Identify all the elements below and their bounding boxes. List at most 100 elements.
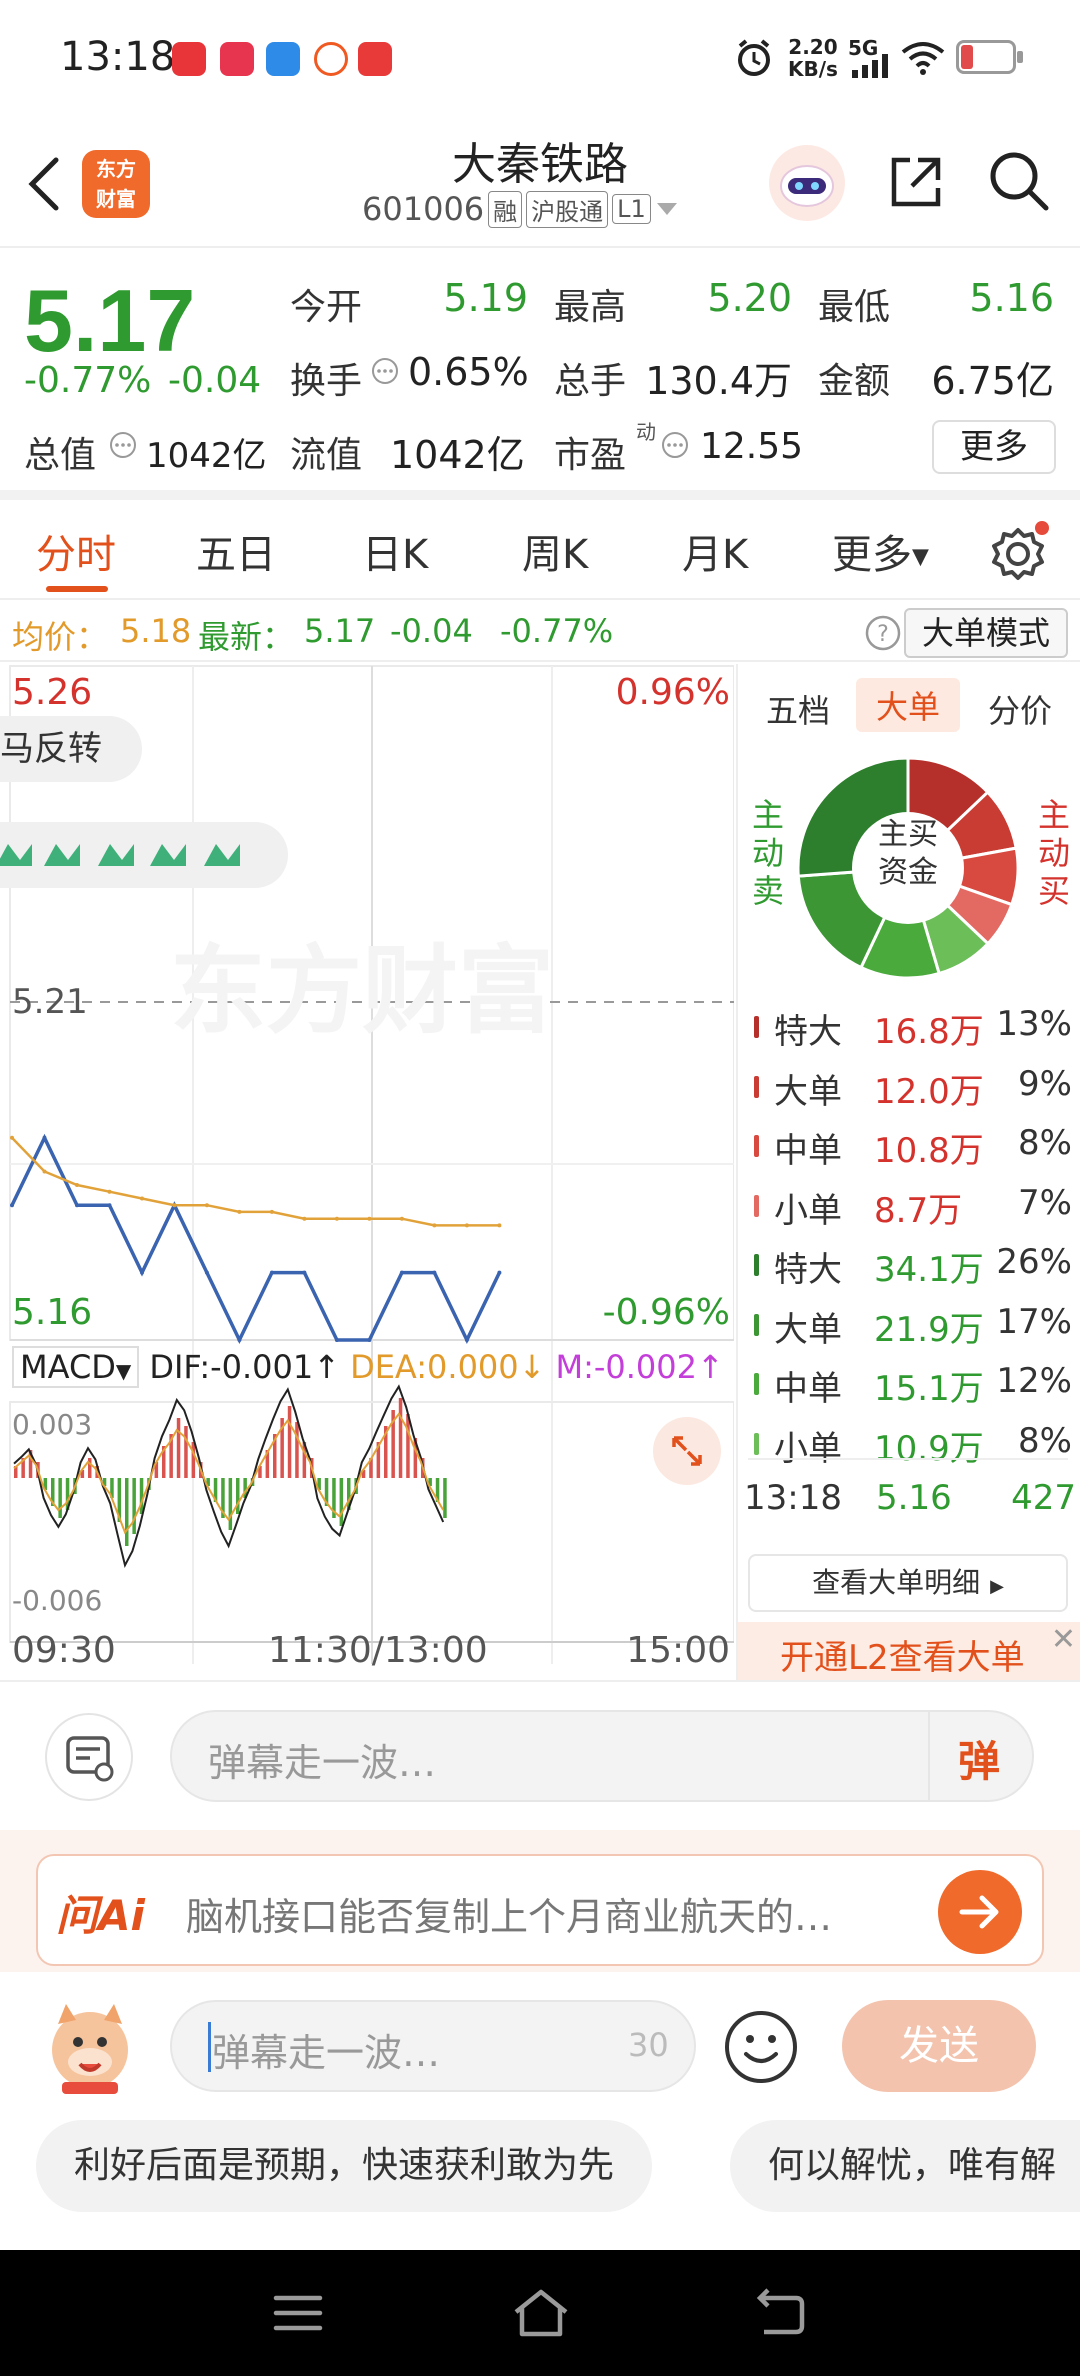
low-value: 5.16 [969,276,1054,320]
intraday-chart[interactable]: 东方财富 5.26 0.96% 马反转 5.21 5.16 -0.96% MAC… [0,664,734,1680]
danmaku-settings-icon[interactable] [44,1712,134,1802]
arrow-up-icon: ↑ [697,1348,724,1386]
robot-assistant-icon[interactable] [766,142,848,224]
menu-icon[interactable] [270,2290,326,2336]
danmaku-toggle-icon[interactable]: 弹 [958,1728,1000,1789]
macd-bar [191,1442,196,1478]
flow-pct: 9% [1018,1063,1072,1104]
app-icon-2 [220,42,254,76]
signal-pill[interactable]: 马反转 [0,716,142,782]
comment-input[interactable]: 弹幕走一波… 30 [170,2000,696,2092]
ai-question-box[interactable]: 问Ai 脑机接口能否复制上个月商业航天的… [36,1854,1044,1966]
big-order-mode-button[interactable]: 大单模式 [904,608,1068,658]
volume-label: 总手 [554,361,627,402]
signal-strip[interactable] [0,822,288,888]
macd-selector[interactable]: MACD▼ [12,1346,140,1388]
flow-label: 小单 [774,1428,842,1469]
macd-low-label: -0.006 [12,1584,103,1617]
flow-amount: 12.0万 [874,1071,984,1112]
latest-change: -0.04 [390,612,473,650]
tab-weekly-k[interactable]: 周K [522,522,588,580]
float-value: 1042亿 [390,433,525,477]
macd-bar [88,1458,92,1478]
price-point [399,1216,404,1221]
view-detail-button[interactable]: 查看大单明细 ▶ [748,1554,1068,1612]
price-point [172,1203,177,1208]
info-dots-icon[interactable] [108,430,138,460]
system-nav-bar [0,2250,1080,2376]
home-icon[interactable] [510,2286,572,2340]
pe-superscript: 动 [636,420,656,444]
price-point [432,1223,437,1228]
svg-text:?: ? [877,622,889,647]
tab-more[interactable]: 更多▼ [832,522,929,580]
share-icon[interactable] [884,150,948,214]
total-value-label: 总值 [24,435,97,476]
high-label: 最高 [554,287,627,328]
macd-bar [132,1478,136,1534]
price-point [204,1270,209,1275]
app-icon-4 [314,42,348,76]
macd-high-label: 0.003 [12,1408,93,1441]
l2-promo-text: 开通L2查看大单 [780,1638,1025,1678]
price-point [367,1338,372,1342]
flow-color-bar [754,1075,759,1098]
donut-center-line1: 主买 [878,817,938,852]
tab-big-orders[interactable]: 大单 [856,678,961,732]
price-point [302,1270,307,1275]
flow-amount: 15.1万 [874,1369,984,1409]
amount-value: 6.75亿 [931,359,1054,403]
more-quote-button[interactable]: 更多 [932,420,1056,474]
tab-intraday[interactable]: 分时 [36,522,116,580]
emoji-icon[interactable] [722,2008,800,2086]
volume-value: 130.4万 [645,359,792,403]
status-bar: 13:18 2.20 KB/s 5G [0,0,1080,120]
tab-five-day[interactable]: 五日 [196,522,276,580]
quick-reply-chip-1[interactable]: 利好后面是预期，快速获利敢为先 [36,2120,653,2212]
danmaku-divider [928,1712,930,1800]
donut-center-line2: 资金 [878,855,938,890]
quick-reply-chip-2[interactable]: 何以解忧，唯有解 [730,2120,1080,2212]
caret-down-icon: ▼ [115,1359,132,1383]
view-detail-label: 查看大单明细 [812,1566,981,1599]
send-button[interactable]: 发送 [842,2000,1036,2092]
tab-monthly-k[interactable]: 月K [682,522,748,580]
l2-promo-banner[interactable]: 开通L2查看大单 ✕ [738,1622,1080,1680]
tag-level: L1 [612,194,651,224]
last-tick-time: 13:18 [744,1478,842,1518]
flow-row: 特大 34.1万 26% [746,1236,1080,1294]
last-tick-price: 5.16 [876,1478,952,1518]
tab-order-book[interactable]: 五档 [766,686,830,732]
price-point [237,1338,242,1342]
macd-m-value: M:-0.002 [555,1348,697,1386]
info-dots-icon[interactable] [660,430,690,460]
expand-icon[interactable] [652,1416,722,1486]
price-point [204,1203,209,1208]
tab-more-caret-icon: ▼ [912,544,929,570]
ai-submit-button[interactable] [938,1870,1022,1954]
tab-daily-k[interactable]: 日K [362,522,428,580]
flow-amount: 10.8万 [874,1131,984,1171]
stock-code-row[interactable]: 601006 融 沪股通 L1 [362,190,679,228]
price-point [464,1338,469,1342]
info-dots-icon[interactable] [370,356,400,386]
pe-value: 12.55 [700,426,804,467]
tab-price-dist[interactable]: 分价 [988,686,1052,732]
danmaku-input[interactable]: 弹幕走一波… 弹 [170,1710,1034,1802]
back-nav-icon[interactable] [750,2288,808,2338]
danmaku-bar: 弹幕走一波… 弹 [0,1680,1080,1830]
dropdown-triangle-icon [656,203,677,215]
close-icon[interactable]: ✕ [1051,1622,1076,1657]
macd-bar [228,1478,233,1530]
price-point [140,1196,144,1201]
price-point [334,1216,339,1221]
mascot-avatar[interactable] [40,1996,140,2096]
amount-label: 金额 [818,361,891,402]
open-label: 今开 [290,287,363,328]
macd-bar [58,1478,62,1518]
price-info-strip: 均价： 5.18 最新： 5.17 -0.04 -0.77% ? 大单模式 [0,602,1080,662]
help-icon[interactable]: ? [864,614,902,652]
search-icon[interactable] [986,148,1052,214]
settings-gear-icon[interactable] [986,520,1050,584]
price-point [10,1135,14,1140]
